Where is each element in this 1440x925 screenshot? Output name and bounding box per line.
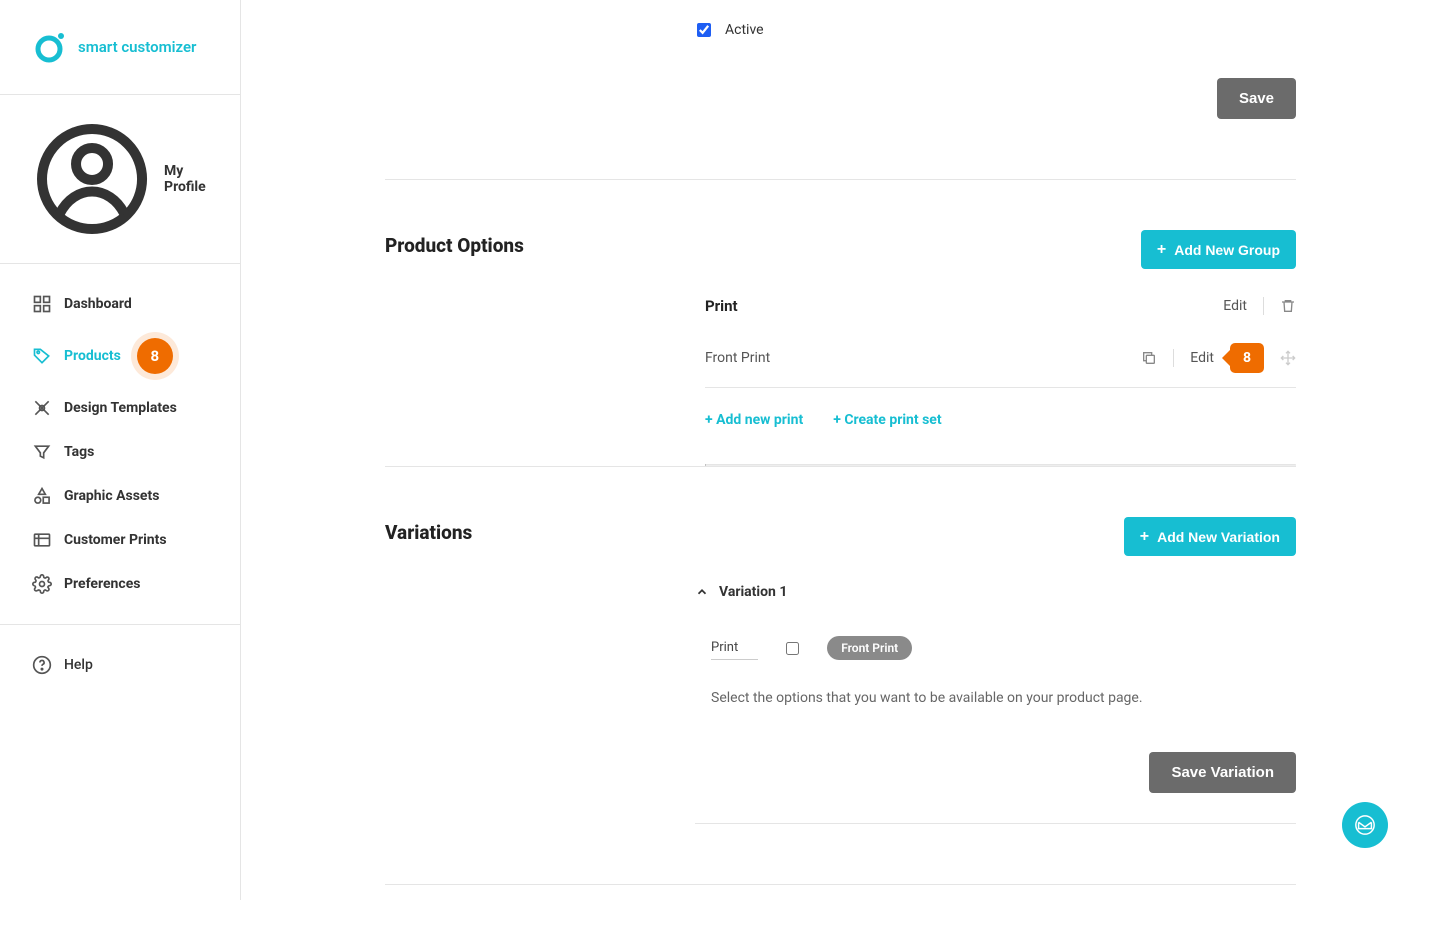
nav-label: Customer Prints	[64, 532, 167, 548]
nav-label: Tags	[64, 444, 94, 460]
profile-section: My Profile	[0, 95, 240, 264]
sidebar-item-customer-prints[interactable]: Customer Prints	[0, 518, 240, 562]
add-new-variation-button[interactable]: Add New Variation	[1124, 517, 1296, 556]
add-new-print-link[interactable]: + Add new print	[705, 412, 803, 428]
active-row: Active	[385, 0, 1296, 38]
variation-name: Variation 1	[719, 584, 787, 600]
logo-icon	[32, 30, 66, 64]
active-checkbox[interactable]	[697, 23, 711, 37]
logo[interactable]: smart customizer	[0, 0, 240, 95]
product-options-title: Product Options	[385, 230, 645, 466]
variation-chip[interactable]: Front Print	[827, 636, 912, 660]
gear-icon	[32, 574, 52, 594]
duplicate-icon[interactable]	[1141, 350, 1157, 366]
tag-icon	[32, 346, 52, 366]
sidebar-item-help[interactable]: Help	[0, 643, 240, 687]
help-section: Help	[0, 625, 240, 705]
plus-icon	[1140, 528, 1149, 545]
plus-icon	[1157, 241, 1166, 258]
main-content: Active Save Product Options Add New Grou…	[241, 0, 1440, 925]
option-item-actions: Edit 8	[1141, 343, 1296, 373]
design-templates-icon	[32, 398, 52, 418]
chevron-up-icon	[695, 585, 709, 599]
option-group-block: Print Edit Front Print Edit 8	[645, 297, 1296, 466]
variations-body: Add New Variation Variation 1 Print Fron…	[645, 517, 1296, 824]
sidebar-item-tags[interactable]: Tags	[0, 430, 240, 474]
save-variation-button[interactable]: Save Variation	[1149, 752, 1296, 793]
product-options-section: Product Options Add New Group Print Edit	[385, 180, 1296, 466]
profile-label: My Profile	[164, 163, 208, 195]
nav-label: Help	[64, 657, 93, 673]
product-options-body: Add New Group Print Edit Front Print	[645, 230, 1296, 466]
variation-block: Variation 1 Print Front Print Select the…	[645, 584, 1296, 824]
mail-icon	[1354, 814, 1376, 836]
add-links: + Add new print + Create print set	[705, 412, 1296, 428]
separator	[1173, 349, 1174, 367]
filter-icon	[32, 442, 52, 462]
option-item-row: Front Print Edit 8	[705, 333, 1296, 388]
add-new-group-button[interactable]: Add New Group	[1141, 230, 1296, 269]
nav-label: Graphic Assets	[64, 488, 159, 504]
trash-icon[interactable]	[1280, 298, 1296, 314]
save-row: Save	[385, 38, 1296, 179]
prints-icon	[32, 530, 52, 550]
variation-option-row: Print Front Print	[695, 636, 1296, 660]
nav-label: Design Templates	[64, 400, 177, 416]
nav-label: Preferences	[64, 576, 140, 592]
logo-text: smart customizer	[78, 38, 196, 56]
divider	[705, 464, 1296, 466]
sidebar-item-graphic-assets[interactable]: Graphic Assets	[0, 474, 240, 518]
edit-item-link[interactable]: Edit	[1190, 350, 1214, 366]
variations-section: Variations Add New Variation Variation 1…	[385, 467, 1296, 884]
variation-print-label: Print	[711, 636, 758, 660]
option-item-name: Front Print	[705, 350, 770, 366]
option-group-name: Print	[705, 297, 738, 315]
dashboard-icon	[32, 294, 52, 314]
button-label: Add New Group	[1174, 242, 1280, 258]
divider	[385, 884, 1296, 885]
sidebar-item-products[interactable]: Products 8	[0, 326, 240, 386]
nav-label: Dashboard	[64, 296, 132, 312]
move-icon[interactable]	[1280, 350, 1296, 366]
nav-label: Products	[64, 348, 121, 364]
option-group-actions: Edit	[1223, 297, 1296, 315]
tutorial-pointer-badge: 8	[1230, 343, 1264, 373]
sidebar-item-profile[interactable]: My Profile	[32, 119, 208, 239]
option-group-header: Print Edit	[705, 297, 1296, 315]
edit-group-link[interactable]: Edit	[1223, 298, 1247, 314]
create-print-set-link[interactable]: + Create print set	[833, 412, 941, 428]
variation-help-text: Select the options that you want to be a…	[695, 690, 1296, 706]
separator	[1263, 297, 1264, 315]
sidebar-item-preferences[interactable]: Preferences	[0, 562, 240, 606]
variation-option-checkbox[interactable]	[786, 642, 799, 655]
variation-header[interactable]: Variation 1	[695, 584, 1296, 600]
products-badge: 8	[137, 338, 173, 374]
sidebar-item-dashboard[interactable]: Dashboard	[0, 282, 240, 326]
nav-main: Dashboard Products 8 Design Templates Ta…	[0, 264, 240, 625]
profile-icon	[32, 119, 152, 239]
shapes-icon	[32, 486, 52, 506]
variations-title: Variations	[385, 517, 645, 824]
sidebar-item-design-templates[interactable]: Design Templates	[0, 386, 240, 430]
active-label: Active	[725, 22, 764, 38]
button-label: Add New Variation	[1157, 529, 1280, 545]
help-icon	[32, 655, 52, 675]
chat-fab[interactable]	[1342, 802, 1388, 848]
sidebar: smart customizer My Profile Dashboard Pr…	[0, 0, 241, 900]
save-button[interactable]: Save	[1217, 78, 1296, 119]
save-variation-row: Save Variation	[695, 752, 1296, 824]
